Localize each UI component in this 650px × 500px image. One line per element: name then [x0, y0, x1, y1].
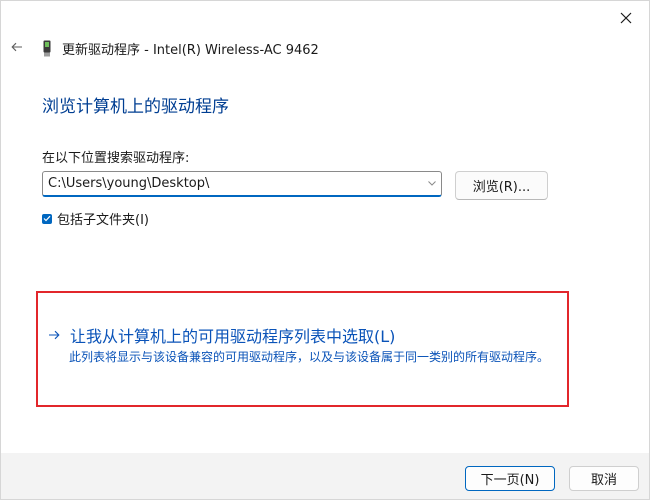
cancel-button[interactable]: 取消 [569, 466, 639, 491]
dropdown-button[interactable] [423, 173, 441, 195]
arrow-right-icon [47, 328, 61, 342]
pick-from-list-description: 此列表将显示与该设备兼容的可用驱动程序，以及与该设备属于同一类别的所有驱动程序。 [69, 350, 550, 364]
pick-from-list-link[interactable]: 让我从计算机上的可用驱动程序列表中选取(L) [47, 323, 395, 347]
browse-button[interactable]: 浏览(R)... [455, 171, 548, 200]
dialog-header: 更新驱动程序 - Intel(R) Wireless-AC 9462 [41, 38, 319, 58]
page-title: 浏览计算机上的驱动程序 [42, 97, 229, 117]
include-subfolders-label: 包括子文件夹(I) [57, 213, 149, 228]
search-location-label: 在以下位置搜索驱动程序: [42, 151, 190, 166]
back-button[interactable] [7, 37, 27, 57]
path-input[interactable] [43, 172, 423, 195]
close-icon [620, 12, 632, 24]
network-adapter-icon [41, 39, 53, 57]
chevron-down-icon [428, 181, 436, 186]
next-button[interactable]: 下一页(N) [465, 466, 555, 491]
include-subfolders-checkbox[interactable]: 包括子文件夹(I) [42, 209, 149, 228]
dialog-title: 更新驱动程序 - Intel(R) Wireless-AC 9462 [62, 42, 319, 58]
pick-from-list-title: 让我从计算机上的可用驱动程序列表中选取(L) [70, 327, 396, 346]
close-button[interactable] [606, 4, 646, 32]
path-combobox[interactable] [42, 171, 442, 197]
update-driver-dialog: 更新驱动程序 - Intel(R) Wireless-AC 9462 浏览计算机… [0, 0, 650, 500]
checkbox-checked-icon [42, 213, 52, 224]
back-arrow-icon [11, 42, 22, 52]
